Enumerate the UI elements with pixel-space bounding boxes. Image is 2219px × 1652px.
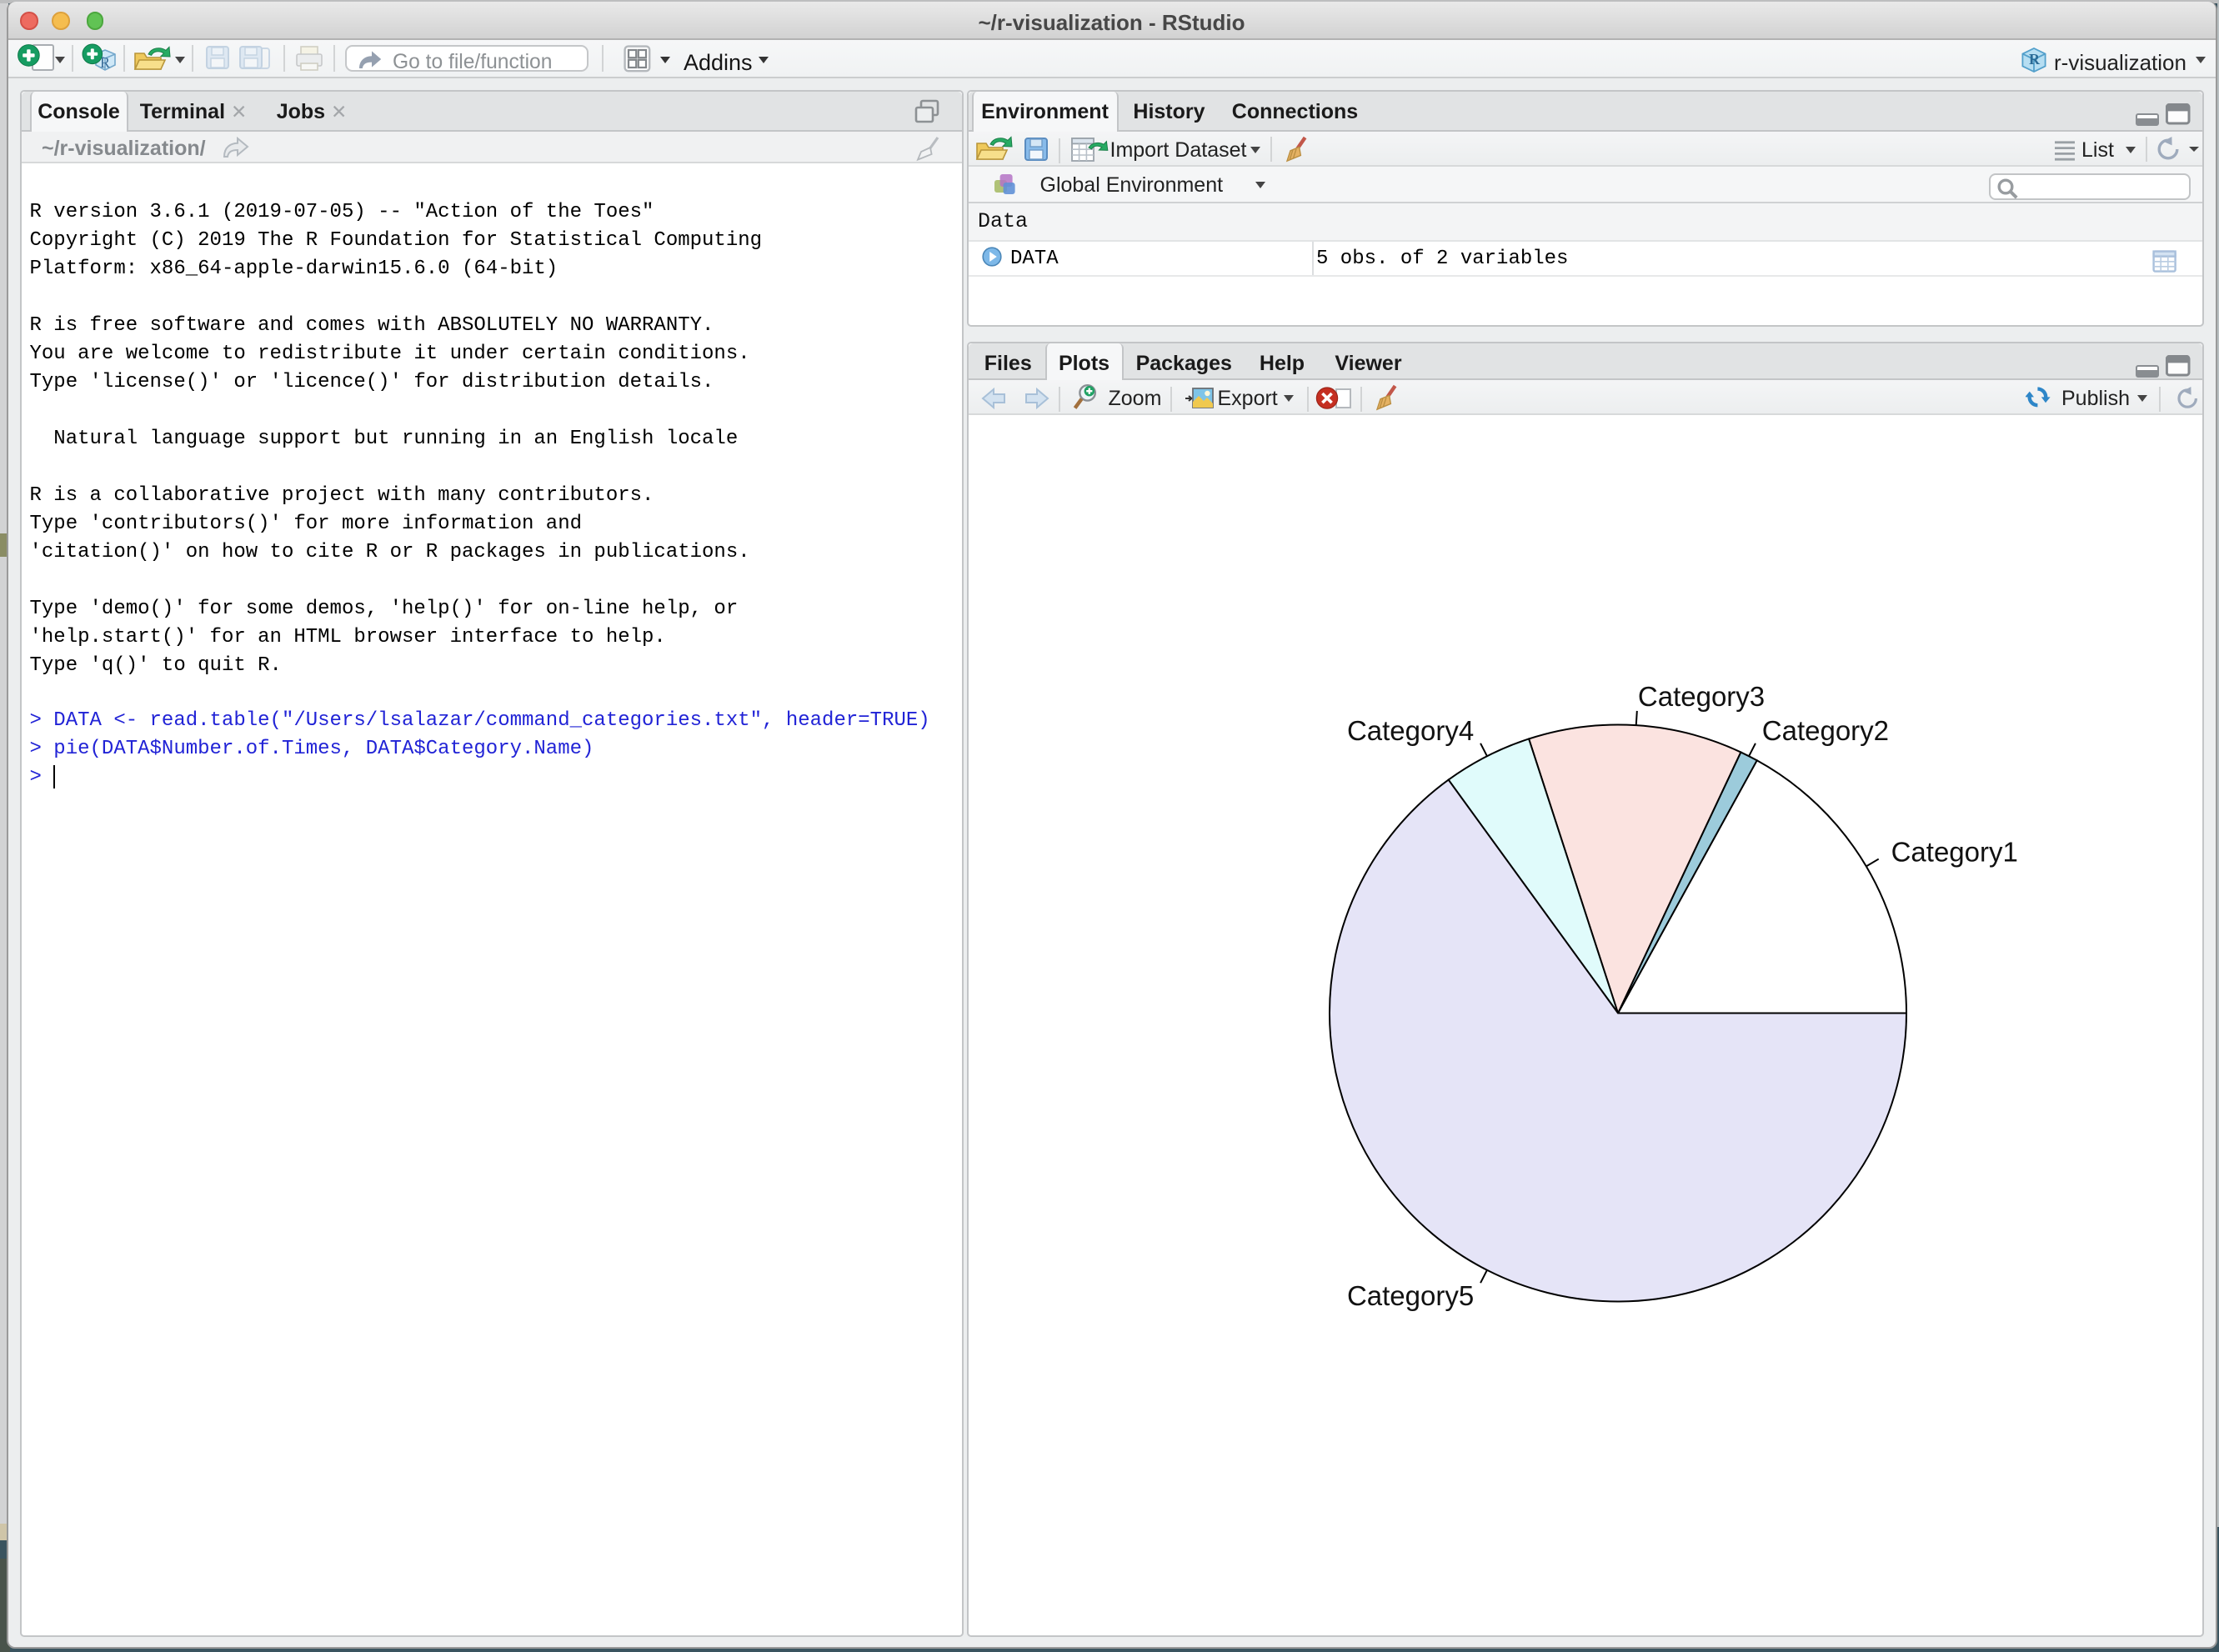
svg-text:Category4: Category4 <box>1347 715 1474 746</box>
svg-text:R: R <box>2028 50 2040 67</box>
svg-text:Category1: Category1 <box>1891 836 2018 867</box>
svg-text:Category2: Category2 <box>1762 715 1889 746</box>
svg-text:Category3: Category3 <box>1638 681 1765 712</box>
svg-text:Category5: Category5 <box>1347 1280 1474 1311</box>
